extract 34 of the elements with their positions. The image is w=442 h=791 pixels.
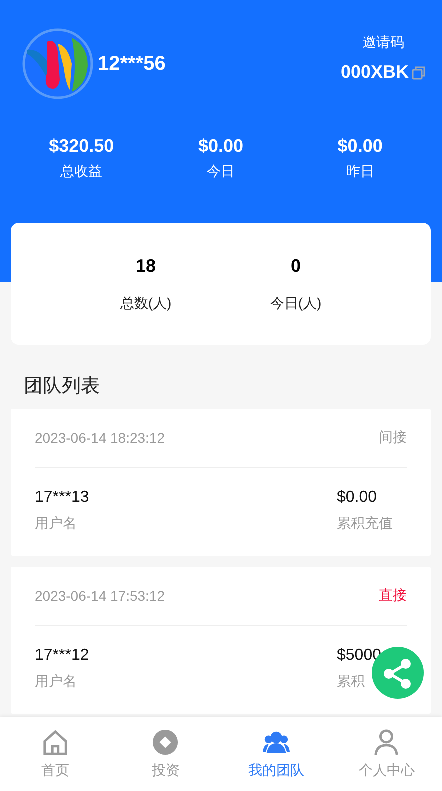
section-title: 团队列表 xyxy=(23,375,101,399)
earnings-value: $320.50 xyxy=(49,136,114,157)
member-username: 17***13 xyxy=(35,489,90,507)
earnings-value: $0.00 xyxy=(198,136,244,157)
home-icon xyxy=(42,728,69,756)
earnings-label: 昨日 xyxy=(346,163,374,181)
person-icon xyxy=(373,728,400,756)
earnings-label: 总收益 xyxy=(60,163,103,181)
earnings-value: $0.00 xyxy=(338,136,383,157)
tab[interactable]: 我的团队 xyxy=(221,717,332,791)
username: 12***56 xyxy=(98,52,166,76)
join-time: 2023-06-14 18:23:12 xyxy=(35,430,165,446)
tab[interactable]: 个人中心 xyxy=(332,717,442,791)
copy-icon[interactable] xyxy=(412,66,426,80)
coin-icon xyxy=(152,728,180,756)
relation-tag: 间接 xyxy=(379,429,407,447)
join-time: 2023-06-14 17:53:12 xyxy=(35,588,165,604)
tab[interactable]: 首页 xyxy=(0,717,110,791)
count-label: 今日(人) xyxy=(270,294,322,312)
username-label: 用户名 xyxy=(35,673,78,691)
invite-code: 000XBK xyxy=(340,62,409,83)
count-label: 总数(人) xyxy=(120,294,172,312)
invite-code-label: 邀请码 xyxy=(362,34,404,52)
logo-icon xyxy=(22,28,94,100)
count-value: 18 xyxy=(136,256,156,276)
recharge-label: 累积充值 xyxy=(337,515,394,533)
earnings-label: 今日 xyxy=(206,163,235,181)
tab[interactable]: 投资 xyxy=(110,717,221,791)
member-username: 17***12 xyxy=(35,647,90,665)
recharge-label: 累积 xyxy=(337,673,366,691)
count-value: 0 xyxy=(290,256,301,276)
relation-tag: 直接 xyxy=(379,587,407,605)
recharge-amount: $0.00 xyxy=(337,489,378,507)
username-label: 用户名 xyxy=(35,515,78,533)
